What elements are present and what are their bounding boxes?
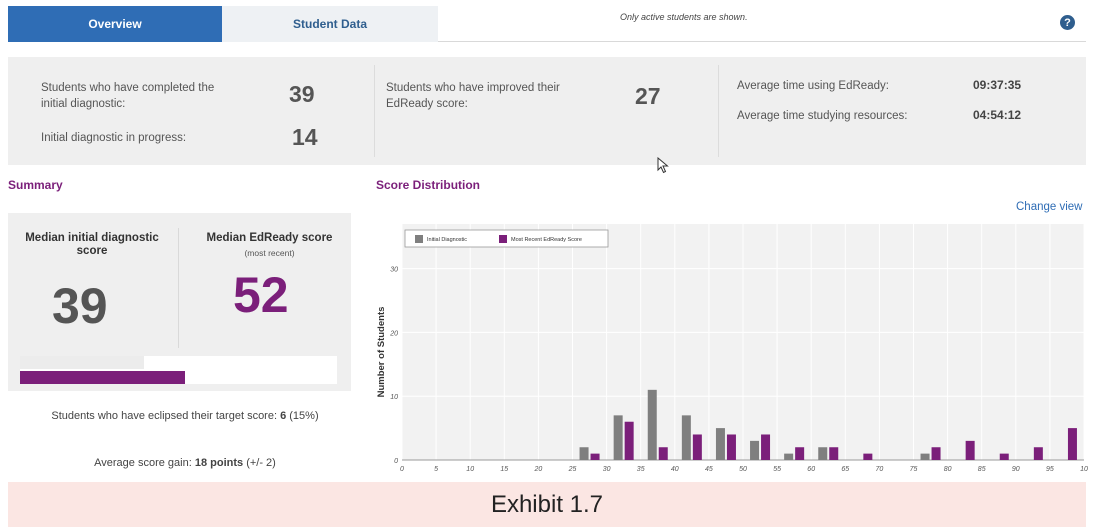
x-tick-label: 0 (400, 466, 404, 473)
bar-recent (999, 453, 1009, 460)
stats-panel: Students who have completed the initial … (8, 57, 1086, 165)
bar-recent (931, 447, 941, 460)
bar-recent (658, 447, 668, 460)
eclipsed-suffix: (15%) (286, 410, 319, 422)
median-recent-value: 52 (233, 267, 289, 323)
x-tick-label: 50 (739, 466, 747, 473)
x-tick-label: 35 (637, 466, 645, 473)
eclipsed-prefix: Students who have eclipsed their target … (51, 410, 281, 422)
improved-score-label: Students who have improved their EdReady… (386, 82, 560, 110)
active-students-note: Only active students are shown. (620, 12, 748, 22)
legend-swatch (499, 235, 507, 243)
bar-initial (784, 453, 794, 460)
median-initial-label: Median initial diagnostic score (25, 232, 159, 257)
legend-label: Initial Diagnostic (427, 237, 467, 243)
x-tick-label: 20 (534, 466, 543, 473)
stat-divider (718, 65, 719, 157)
bar-initial (681, 415, 691, 460)
summary-title: Summary (8, 178, 63, 192)
avg-study-label: Average time studying resources: (737, 110, 908, 122)
x-tick-label: 30 (603, 466, 611, 473)
x-tick-label: 60 (807, 466, 815, 473)
bar-recent (1033, 447, 1043, 460)
y-tick-label: 30 (390, 267, 398, 274)
in-progress-label: Initial diagnostic in progress: (41, 132, 187, 144)
eclipsed-target-text: Students who have eclipsed their target … (50, 408, 320, 425)
bar-recent (761, 434, 771, 460)
exhibit-caption: Exhibit 1.7 (8, 482, 1086, 527)
x-tick-label: 95 (1046, 466, 1054, 473)
gain-suffix: (+/- 2) (243, 457, 276, 469)
bar-initial (647, 389, 657, 460)
bar-recent (726, 434, 736, 460)
bar-initial (613, 415, 623, 460)
legend-swatch (415, 235, 423, 243)
bar-initial (579, 447, 589, 460)
y-tick-label: 20 (389, 330, 398, 337)
tab-overview[interactable]: Overview (8, 6, 222, 42)
improved-score-value: 27 (635, 83, 661, 109)
x-tick-label: 75 (910, 466, 918, 473)
in-progress-value: 14 (292, 124, 318, 150)
x-tick-label: 10 (1080, 466, 1088, 473)
x-tick-label: 65 (841, 466, 849, 473)
avg-study-value: 04:54:12 (973, 108, 1022, 122)
stat-divider (374, 65, 375, 157)
tab-student-data[interactable]: Student Data (222, 6, 438, 42)
avg-time-value: 09:37:35 (973, 78, 1022, 92)
bar-recent (829, 447, 839, 460)
x-tick-label: 25 (568, 466, 577, 473)
x-tick-label: 70 (876, 466, 884, 473)
x-tick-label: 5 (434, 466, 438, 473)
average-gain-text: Average score gain: 18 points (+/- 2) (40, 455, 330, 472)
x-tick-label: 90 (1012, 466, 1020, 473)
bar-recent (795, 447, 805, 460)
y-tick-label: 0 (394, 458, 398, 465)
initial-score-bar (20, 356, 144, 369)
score-distribution-title: Score Distribution (376, 178, 481, 192)
bar-initial (750, 440, 760, 460)
median-initial-value: 39 (52, 278, 108, 334)
x-tick-label: 55 (773, 466, 781, 473)
x-tick-label: 10 (466, 466, 474, 473)
avg-time-label: Average time using EdReady: (737, 80, 889, 92)
change-view-link[interactable]: Change view (1016, 201, 1082, 213)
bar-recent (1067, 428, 1077, 460)
bar-recent (624, 421, 634, 460)
x-tick-label: 40 (671, 466, 679, 473)
gain-prefix: Average score gain: (94, 457, 195, 469)
y-tick-label: 10 (390, 394, 398, 401)
bar-recent (590, 453, 600, 460)
median-recent-subtitle: (most recent) (244, 248, 295, 258)
bar-recent (965, 440, 975, 460)
bar-initial (818, 447, 828, 460)
completed-diagnostic-label: Students who have completed the initial … (41, 82, 215, 110)
bar-initial (920, 453, 930, 460)
score-distribution-chart: 0 5 10 15 20 25 30 35 40 45 50 55 60 65 70 75 80 85 90 95 10… (376, 224, 1088, 473)
tab-bar: Overview Student Data (8, 6, 1086, 42)
x-tick-label: 80 (944, 466, 952, 473)
median-recent-label: Median EdReady score (206, 232, 333, 244)
summary-divider (178, 228, 179, 348)
legend-label: Most Recent EdReady Score (511, 237, 582, 243)
help-icon[interactable]: ? (1060, 15, 1075, 30)
recent-score-bar (20, 371, 185, 384)
x-tick-label: 15 (500, 466, 508, 473)
mouse-cursor-icon (657, 157, 669, 174)
gain-value: 18 points (194, 457, 244, 469)
bar-recent (863, 453, 873, 460)
bar-initial (715, 428, 725, 460)
completed-diagnostic-value: 39 (289, 81, 315, 107)
x-tick-label: 85 (978, 466, 986, 473)
x-tick-label: 45 (705, 466, 713, 473)
bar-recent (692, 434, 702, 460)
y-axis-label: Number of Students (376, 307, 387, 398)
